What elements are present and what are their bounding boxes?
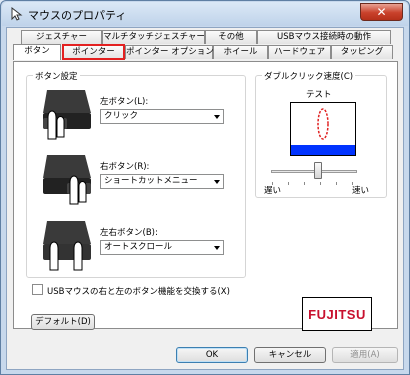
test-oval-icon [317, 108, 329, 140]
buttons-tab-panel: ボタン設定 左ボタン(L): クリック 右ボタン(R): ショートカットメニュー… [13, 61, 398, 330]
slider-thumb[interactable] [314, 162, 323, 179]
slider-tick [288, 182, 289, 185]
right-button-select[interactable]: ショートカットメニュー [100, 174, 224, 189]
left-button-label: 左ボタン(L): [100, 97, 149, 107]
default-button[interactable]: デフォルト(D) [31, 314, 95, 330]
right-button-label: 右ボタン(R): [100, 162, 150, 172]
dialog-body: ジェスチャー マルチタッチジェスチャー その他 USBマウス接続時の動作 ボタン… [6, 27, 404, 370]
fast-label: 速い [352, 186, 370, 196]
tab-wheel[interactable]: ホイール [213, 45, 268, 59]
tab-gesture[interactable]: ジェスチャー [21, 30, 102, 44]
cancel-button[interactable]: キャンセル [254, 347, 326, 363]
tab-hardware[interactable]: ハードウェア [268, 45, 331, 59]
both-buttons-value: オートスクロール [104, 242, 173, 252]
slider-tick [320, 182, 321, 185]
slow-label: 遅い [264, 186, 282, 196]
slider-tick [336, 182, 337, 185]
tab-usb-mouse-behavior[interactable]: USBマウス接続時の動作 [257, 30, 391, 44]
double-click-test-area[interactable] [290, 102, 356, 156]
mouse-properties-window: マウスのプロパティ ✕ ジェスチャー マルチタッチジェスチャー その他 USBマ… [0, 0, 410, 375]
mouse-both-buttons-icon [43, 221, 91, 271]
both-buttons-label: 左右ボタン(B): [100, 228, 158, 238]
fujitsu-logo-text: FUJITSU [308, 307, 366, 322]
tab-multitouch-gesture[interactable]: マルチタッチジェスチャー [102, 30, 205, 44]
fujitsu-logo: FUJITSU [302, 297, 372, 331]
both-buttons-select[interactable]: オートスクロール [100, 240, 224, 255]
mouse-right-button-icon [43, 155, 91, 205]
mouse-pointer-icon [11, 7, 23, 21]
apply-button[interactable]: 適用(A) [332, 347, 398, 363]
button-settings-group: ボタン設定 左ボタン(L): クリック 右ボタン(R): ショートカットメニュー… [26, 70, 246, 278]
right-button-value: ショートカットメニュー [104, 176, 198, 186]
double-click-speed-label: ダブルクリック速度(C) [262, 70, 356, 82]
left-button-select[interactable]: クリック [100, 109, 224, 124]
tab-pointer-options[interactable]: ポインター オプション [125, 45, 214, 59]
chevron-down-icon [214, 246, 220, 250]
swap-buttons-label[interactable]: USBマウスの右と左のボタン機能を交換する(X) [47, 285, 230, 297]
tab-other[interactable]: その他 [205, 30, 257, 44]
chevron-down-icon [214, 115, 220, 119]
test-label: テスト [306, 90, 332, 100]
tab-buttons[interactable]: ボタン [13, 44, 61, 60]
tab-tapping[interactable]: タッピング [331, 45, 393, 59]
swap-buttons-checkbox[interactable] [32, 284, 43, 295]
tab-pointer[interactable]: ポインター [62, 44, 125, 60]
left-button-value: クリック [104, 111, 139, 121]
ok-button[interactable]: OK [176, 347, 248, 363]
close-button[interactable]: ✕ [360, 3, 403, 21]
mouse-left-button-icon [43, 90, 91, 140]
slider-tick [304, 182, 305, 185]
chevron-down-icon [214, 180, 220, 184]
window-title: マウスのプロパティ [28, 9, 127, 22]
double-click-speed-group: ダブルクリック速度(C) テスト 遅い 速い [255, 70, 387, 198]
title-bar[interactable]: マウスのプロパティ ✕ [2, 2, 408, 26]
button-settings-label: ボタン設定 [33, 70, 80, 82]
close-icon: ✕ [376, 5, 387, 19]
test-area-bar [291, 145, 355, 155]
